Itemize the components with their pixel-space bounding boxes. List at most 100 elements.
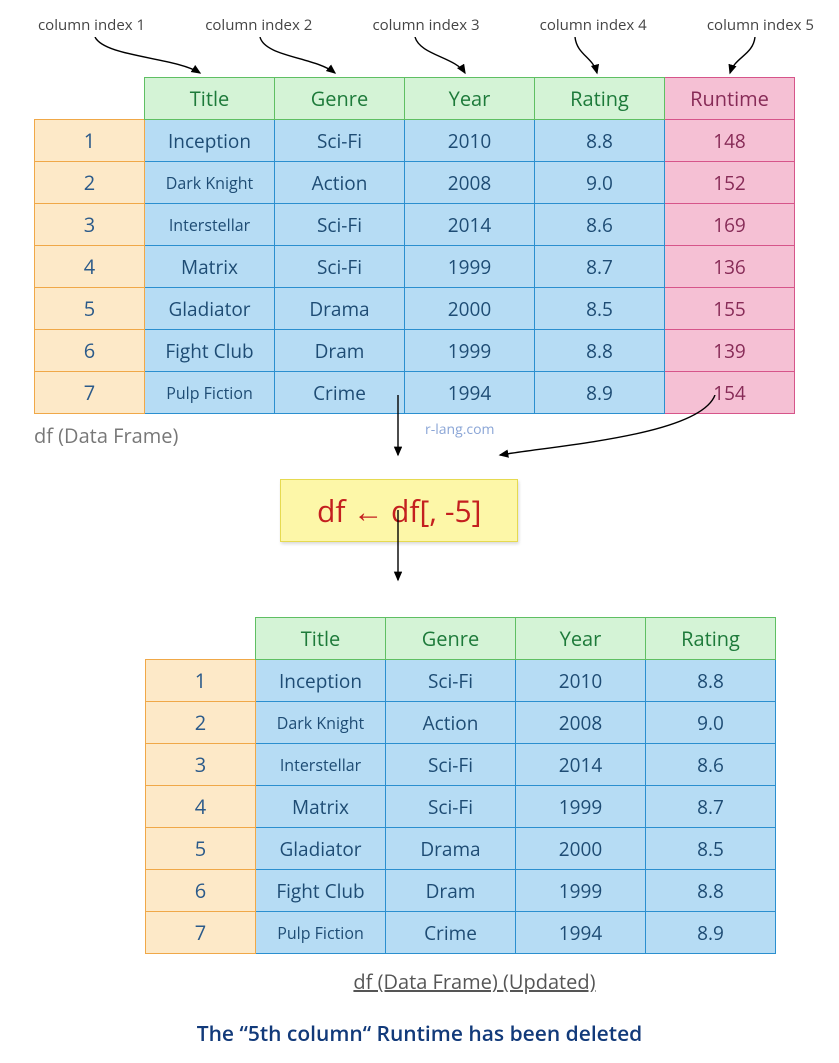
- column-header: Title: [145, 78, 275, 120]
- dataframe-table-before: TitleGenreYearRatingRuntime1InceptionSci…: [34, 77, 795, 414]
- table-cell: 2014: [405, 204, 535, 246]
- table-cell: Drama: [275, 288, 405, 330]
- table-cell: 139: [665, 330, 795, 372]
- row-index: 3: [35, 204, 145, 246]
- table-cell: Matrix: [145, 246, 275, 288]
- table-cell: 8.8: [646, 870, 776, 912]
- column-header: Genre: [275, 78, 405, 120]
- row-index: 2: [146, 702, 256, 744]
- row-index: 6: [35, 330, 145, 372]
- column-index-label: column index 4: [540, 15, 647, 35]
- row-index: 3: [146, 744, 256, 786]
- column-header: Year: [405, 78, 535, 120]
- table-cell: Sci-Fi: [275, 246, 405, 288]
- row-index: 7: [35, 372, 145, 414]
- table-cell: 8.6: [646, 744, 776, 786]
- code-row: df ← df[, -5]: [15, 449, 824, 542]
- column-index-label-row: column index 1 column index 2 column ind…: [15, 15, 824, 35]
- table-cell: 8.5: [646, 828, 776, 870]
- table-cell: Matrix: [256, 786, 386, 828]
- table-cell: Action: [386, 702, 516, 744]
- table-cell: 1999: [516, 870, 646, 912]
- table-cell: Dram: [386, 870, 516, 912]
- table-cell: 169: [665, 204, 795, 246]
- table-cell: Crime: [386, 912, 516, 954]
- table-cell: Interstellar: [256, 744, 386, 786]
- table-cell: Pulp Fiction: [256, 912, 386, 954]
- table-cell: Crime: [275, 372, 405, 414]
- column-index-label: column index 3: [372, 15, 479, 35]
- table-cell: 2010: [516, 660, 646, 702]
- table-cell: 152: [665, 162, 795, 204]
- column-header: Title: [256, 618, 386, 660]
- table-cell: 9.0: [535, 162, 665, 204]
- table-cell: Action: [275, 162, 405, 204]
- table-cell: 148: [665, 120, 795, 162]
- table-cell: 8.8: [535, 330, 665, 372]
- table2-container: TitleGenreYearRating 1Inception Sci-Fi 2010…: [145, 617, 824, 954]
- row-index: 4: [146, 786, 256, 828]
- row-index: 4: [35, 246, 145, 288]
- table-cell: Pulp Fiction: [145, 372, 275, 414]
- table-cell: Gladiator: [145, 288, 275, 330]
- table-cell: 136: [665, 246, 795, 288]
- row-index: 5: [146, 828, 256, 870]
- table-cell: 1994: [405, 372, 535, 414]
- table-cell: Drama: [386, 828, 516, 870]
- table-cell: 2008: [405, 162, 535, 204]
- table-cell: 8.5: [535, 288, 665, 330]
- table-cell: Inception: [256, 660, 386, 702]
- table-cell: 8.8: [646, 660, 776, 702]
- row-index: 6: [146, 870, 256, 912]
- column-header: Rating: [646, 618, 776, 660]
- row-index: 5: [35, 288, 145, 330]
- table-cell: 2008: [516, 702, 646, 744]
- table-cell: Gladiator: [256, 828, 386, 870]
- watermark: r-lang.com: [425, 420, 495, 439]
- table-cell: Dark Knight: [256, 702, 386, 744]
- column-index-label: column index 2: [205, 15, 312, 35]
- table-cell: Sci-Fi: [275, 120, 405, 162]
- row-index: 2: [35, 162, 145, 204]
- column-index-label: column index 5: [707, 15, 814, 35]
- table-cell: Sci-Fi: [386, 786, 516, 828]
- table-cell: Fight Club: [145, 330, 275, 372]
- dataframe-table-after: TitleGenreYearRating 1Inception Sci-Fi 2010…: [145, 617, 776, 954]
- table-cell: Interstellar: [145, 204, 275, 246]
- row-index: 7: [146, 912, 256, 954]
- table-cell: 8.8: [535, 120, 665, 162]
- table-cell: 9.0: [646, 702, 776, 744]
- table-cell: 8.6: [535, 204, 665, 246]
- column-header: Genre: [386, 618, 516, 660]
- table-cell: 2014: [516, 744, 646, 786]
- column-index-label: column index 1: [38, 15, 145, 35]
- table-cell: 1999: [405, 246, 535, 288]
- column-header: Rating: [535, 78, 665, 120]
- table-cell: Dark Knight: [145, 162, 275, 204]
- table-cell: 155: [665, 288, 795, 330]
- table-cell: 8.9: [646, 912, 776, 954]
- table-cell: 1999: [405, 330, 535, 372]
- table-cell: Fight Club: [256, 870, 386, 912]
- table-cell: 2000: [405, 288, 535, 330]
- row-index: 1: [35, 120, 145, 162]
- table-cell: 8.7: [646, 786, 776, 828]
- header-arrow-row: [15, 37, 824, 77]
- table-cell: Sci-Fi: [275, 204, 405, 246]
- table2-caption: df (Data Frame) (Updated): [15, 968, 824, 995]
- row-index: 1: [146, 660, 256, 702]
- table-cell: 1999: [516, 786, 646, 828]
- table-cell: Inception: [145, 120, 275, 162]
- header-arrows-svg: [15, 37, 839, 79]
- column-header: Year: [516, 618, 646, 660]
- table-cell: 8.9: [535, 372, 665, 414]
- table-cell: 154: [665, 372, 795, 414]
- table-cell: 2010: [405, 120, 535, 162]
- table-cell: 1994: [516, 912, 646, 954]
- table-cell: Dram: [275, 330, 405, 372]
- column-header: Runtime: [665, 78, 795, 120]
- table-cell: 8.7: [535, 246, 665, 288]
- code-expression: df ← df[, -5]: [280, 479, 518, 542]
- table1-container: TitleGenreYearRatingRuntime1InceptionSci…: [34, 77, 824, 414]
- bottom-note: The “5th column“ Runtime has been delete…: [15, 1020, 824, 1048]
